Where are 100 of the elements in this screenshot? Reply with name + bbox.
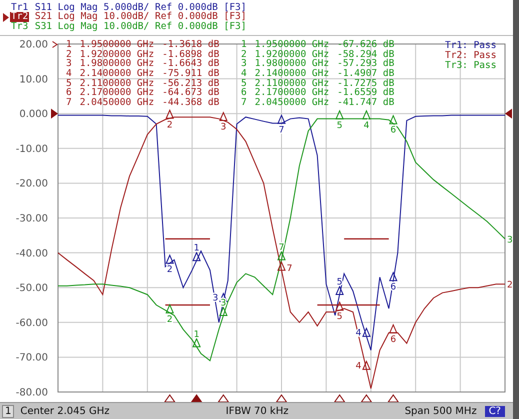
marker-icon[interactable] [165, 109, 174, 119]
marker-frequency: 1.9800000 GHz [80, 59, 154, 70]
marker-value: -75.911 dB [162, 69, 220, 79]
stimulus-marker-icon[interactable] [387, 394, 400, 402]
marker-frequency: 2.1400000 GHz [254, 69, 330, 79]
stimulus-marker-icon[interactable] [334, 394, 346, 402]
marker-value: -1.6559 dB [337, 88, 394, 98]
channel-number[interactable]: 1 [2, 404, 14, 418]
marker-icon[interactable] [277, 260, 286, 271]
marker-value: -64.673 dB [162, 88, 220, 98]
marker-frequency: 2.1700000 GHz [254, 88, 330, 98]
marker-frequency: 1.9800000 GHz [254, 59, 330, 70]
marker-value: -1.6898 dB [162, 50, 220, 60]
axis-label: -30.00 [16, 214, 48, 224]
marker-label: 7 [286, 264, 292, 274]
trace-settings: S31 Log Mag 10.00dB/ Ref 0.000dB [F3] [34, 22, 246, 32]
axis-label: -10.00 [16, 144, 48, 155]
axis-label: 20.00 [19, 40, 48, 50]
marker-label: 7 [278, 125, 284, 136]
marker-label: 2 [166, 314, 173, 325]
marker-label: 5 [336, 120, 342, 131]
trace-settings: S11 Log Mag 5.000dB/ Ref 0.000dB [F3] [34, 3, 246, 12]
axis-label: 10.00 [19, 74, 48, 86]
marker-number: 6 [66, 88, 72, 98]
marker-label: 7 [278, 242, 284, 253]
marker-icon[interactable] [219, 111, 228, 122]
axis-label: -40.00 [16, 248, 48, 260]
limit-test-result: Pass [474, 61, 496, 71]
marker-value: -1.4907 dB [337, 69, 394, 79]
marker-label: 1 [194, 244, 200, 254]
marker-icon[interactable] [219, 306, 228, 316]
marker-label: 4 [356, 361, 362, 372]
marker-number: 3 [241, 59, 247, 70]
marker-label: 3 [220, 122, 226, 133]
center-frequency: Center 2.045 GHz [20, 406, 110, 416]
marker-icon[interactable] [277, 250, 286, 260]
marker-icon[interactable] [388, 324, 398, 334]
marker-value: -67.626 dB [337, 40, 394, 50]
marker-icon[interactable] [192, 251, 201, 262]
axis-label: -80.00 [16, 388, 48, 398]
marker-icon[interactable] [165, 304, 174, 314]
limit-test-label: Tr2: [445, 51, 468, 61]
trace-name[interactable]: Tr1 [10, 3, 30, 12]
marker-frequency: 1.9500000 GHz [254, 40, 330, 50]
marker-icon[interactable] [335, 110, 344, 120]
marker-frequency: 2.0450000 GHz [254, 98, 330, 108]
marker-value: -58.294 dB [337, 50, 394, 60]
reference-level-icon[interactable] [505, 108, 512, 119]
marker-label: 1 [194, 330, 200, 340]
marker-value: -41.747 dB [337, 98, 394, 108]
marker-icon[interactable] [165, 254, 174, 264]
axis-label: -60.00 [16, 318, 48, 329]
marker-value: -1.7275 dB [337, 78, 394, 88]
trace-label: 3 [507, 235, 513, 246]
marker-label: 2 [166, 265, 173, 276]
marker-icon[interactable] [335, 300, 344, 311]
marker-icon[interactable] [277, 114, 286, 124]
marker-frequency: 1.9200000 GHz [80, 50, 154, 60]
limit-test-label: Tr3: [445, 61, 468, 71]
limit-test-label: Tr1: [445, 41, 468, 51]
marker-number: 5 [66, 78, 72, 88]
marker-value: -1.6643 dB [162, 59, 220, 70]
axis-label: -20.00 [16, 178, 48, 190]
trace-name[interactable]: Tr3 [10, 22, 30, 32]
marker-label: 5 [336, 278, 342, 288]
marker-number: 1 [66, 40, 72, 50]
marker-label: 4 [364, 120, 370, 131]
stimulus-marker-icon[interactable] [164, 394, 176, 402]
axis-label: -70.00 [16, 352, 48, 364]
reference-level-icon[interactable] [51, 108, 58, 119]
axis-label: 0.000 [19, 109, 48, 120]
marker-frequency: 2.1700000 GHz [80, 88, 154, 98]
marker-icon[interactable] [362, 360, 371, 370]
marker-number: 4 [66, 69, 72, 79]
marker-number: 2 [66, 50, 72, 60]
axis-label: -50.00 [16, 283, 48, 294]
marker-label: 2 [166, 120, 173, 130]
marker-icon[interactable] [362, 110, 371, 120]
marker-number: 6 [241, 88, 247, 98]
marker-frequency: 2.1100000 GHz [254, 78, 330, 88]
marker-number: 7 [241, 98, 247, 108]
limit-test-result: Pass [474, 51, 496, 61]
marker-frequency: 2.1100000 GHz [80, 78, 154, 88]
marker-value: -44.368 dB [162, 98, 220, 108]
marker-icon[interactable] [335, 285, 344, 296]
stimulus-marker-icon[interactable] [360, 394, 372, 402]
marker-number: 2 [241, 50, 247, 60]
stimulus-marker-icon[interactable] [217, 394, 230, 402]
marker-value: -56.213 dB [162, 78, 220, 88]
marker-frequency: 2.0450000 GHz [80, 98, 154, 108]
ifbw-value: IFBW 70 kHz [224, 406, 290, 416]
marker-icon[interactable] [362, 327, 371, 337]
marker-icon[interactable] [388, 271, 398, 282]
limit-test-result: Pass [474, 41, 496, 51]
marker-frequency: 1.9200000 GHz [254, 50, 330, 60]
marker-icon[interactable] [388, 114, 398, 124]
stimulus-marker-icon[interactable] [276, 394, 288, 402]
marker-number: 4 [241, 69, 247, 79]
marker-number: 5 [241, 78, 247, 88]
marker-icon[interactable] [192, 338, 201, 348]
